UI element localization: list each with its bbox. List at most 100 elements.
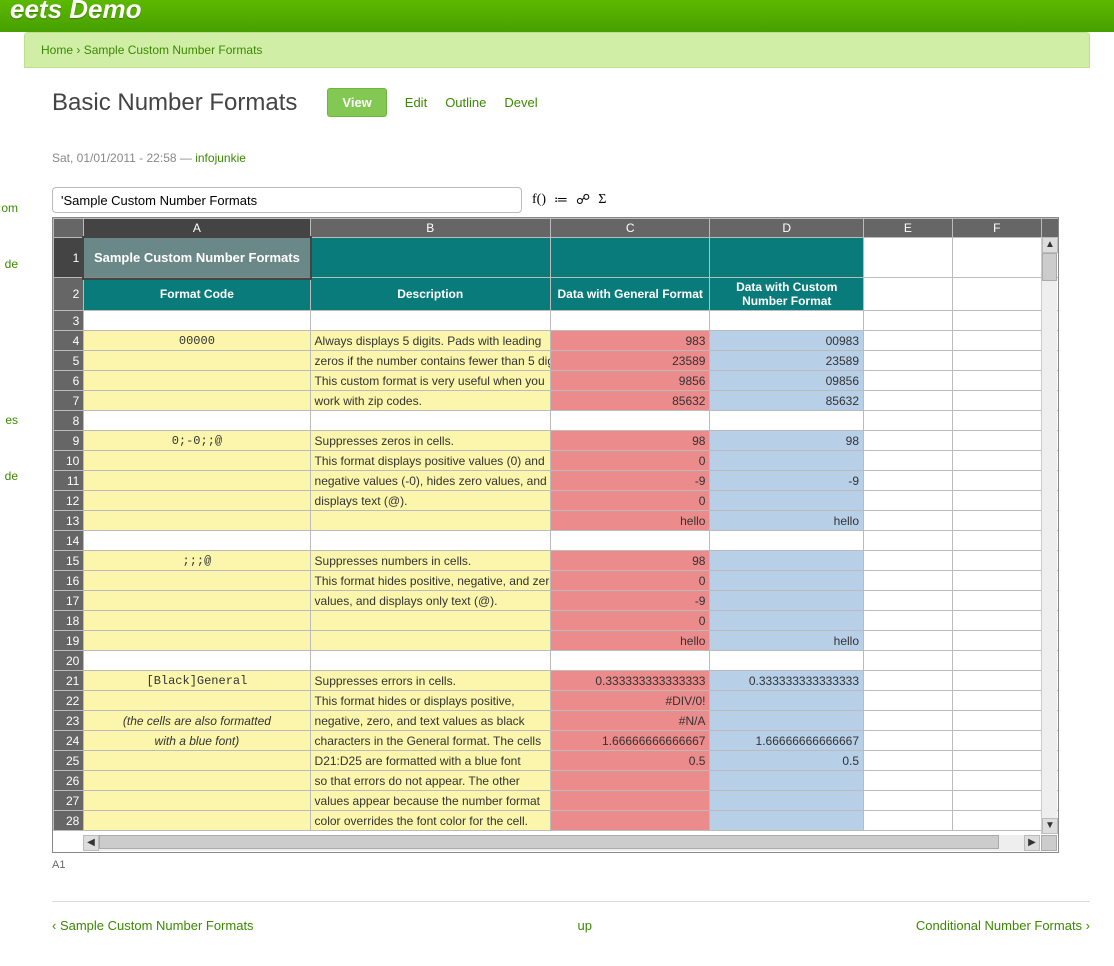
cell[interactable]: 00983 <box>710 331 864 351</box>
cell[interactable] <box>550 411 710 431</box>
cell[interactable] <box>84 591 310 611</box>
cell[interactable] <box>550 531 710 551</box>
row-header[interactable]: 4 <box>54 331 84 351</box>
cell[interactable] <box>864 531 953 551</box>
cell[interactable]: This custom format is very useful when y… <box>310 371 550 391</box>
cell[interactable]: -9 <box>550 591 710 611</box>
cell[interactable] <box>84 391 310 411</box>
cell[interactable] <box>952 731 1041 751</box>
cell[interactable]: [Black]General <box>84 671 310 691</box>
cell[interactable] <box>952 431 1041 451</box>
row-header[interactable]: 6 <box>54 371 84 391</box>
scroll-right-icon[interactable]: ▶ <box>1024 835 1040 851</box>
cell[interactable] <box>864 711 953 731</box>
cell[interactable]: work with zip codes. <box>310 391 550 411</box>
cell[interactable]: Suppresses errors in cells. <box>310 671 550 691</box>
tab-devel[interactable]: Devel <box>504 95 537 110</box>
cell[interactable] <box>550 811 710 831</box>
title-cell[interactable]: Sample Custom Number Formats <box>84 238 310 278</box>
cell[interactable]: so that errors do not appear. The other <box>310 771 550 791</box>
cell[interactable] <box>952 491 1041 511</box>
post-author[interactable]: infojunkie <box>195 151 246 165</box>
cell[interactable]: 983 <box>550 331 710 351</box>
header-custom[interactable]: Data with Custom Number Format <box>710 278 864 311</box>
cell[interactable]: 85632 <box>710 391 864 411</box>
col-header-C[interactable]: C <box>550 219 710 238</box>
sum-icon[interactable]: Σ <box>598 192 606 209</box>
cell[interactable]: Suppresses zeros in cells. <box>310 431 550 451</box>
row-header[interactable]: 26 <box>54 771 84 791</box>
cell[interactable]: 09856 <box>710 371 864 391</box>
cell[interactable] <box>710 551 864 571</box>
cell[interactable] <box>710 691 864 711</box>
cell[interactable] <box>864 571 953 591</box>
cell[interactable] <box>310 511 550 531</box>
vertical-scrollbar[interactable]: ▲ ▼ <box>1041 237 1057 834</box>
cell[interactable] <box>84 611 310 631</box>
col-header-B[interactable]: B <box>310 219 550 238</box>
cell[interactable] <box>84 371 310 391</box>
header-code[interactable]: Format Code <box>84 278 310 311</box>
cell[interactable] <box>952 651 1041 671</box>
cell[interactable] <box>710 571 864 591</box>
cell[interactable] <box>864 671 953 691</box>
cell[interactable]: 0;-0;;@ <box>84 431 310 451</box>
cell[interactable]: hello <box>710 631 864 651</box>
cell[interactable] <box>952 571 1041 591</box>
cell[interactable] <box>710 811 864 831</box>
row-header[interactable]: 7 <box>54 391 84 411</box>
row-header[interactable]: 13 <box>54 511 84 531</box>
cell[interactable]: negative values (-0), hides zero values,… <box>310 471 550 491</box>
cell[interactable]: Suppresses numbers in cells. <box>310 551 550 571</box>
cell[interactable]: 0.333333333333333 <box>710 671 864 691</box>
row-header[interactable]: 17 <box>54 591 84 611</box>
cell[interactable] <box>864 451 953 471</box>
cell[interactable] <box>84 791 310 811</box>
cell[interactable] <box>864 591 953 611</box>
col-header-D[interactable]: D <box>710 219 864 238</box>
cell[interactable] <box>952 371 1041 391</box>
cell[interactable] <box>952 391 1041 411</box>
cell[interactable] <box>864 811 953 831</box>
cell[interactable] <box>550 311 710 331</box>
cell[interactable] <box>84 751 310 771</box>
cell[interactable]: 0.5 <box>550 751 710 771</box>
cell[interactable] <box>710 411 864 431</box>
scroll-thumb[interactable] <box>1042 253 1057 281</box>
cell[interactable] <box>864 791 953 811</box>
row-header[interactable]: 2 <box>54 278 84 311</box>
cell[interactable] <box>84 491 310 511</box>
cell[interactable] <box>84 471 310 491</box>
cell[interactable]: 0 <box>550 611 710 631</box>
spreadsheet[interactable]: ABCDEF1Sample Custom Number Formats2Form… <box>52 217 1059 853</box>
cell[interactable] <box>550 771 710 791</box>
cell[interactable] <box>550 651 710 671</box>
cell[interactable]: zeros if the number contains fewer than … <box>310 351 550 371</box>
cell[interactable] <box>864 311 953 331</box>
scroll-thumb[interactable] <box>99 835 999 849</box>
cell[interactable]: 1.66666666666667 <box>550 731 710 751</box>
horizontal-scrollbar[interactable]: ◀ ▶ <box>83 835 1040 851</box>
cell[interactable] <box>864 731 953 751</box>
cell[interactable] <box>952 691 1041 711</box>
cell[interactable]: #DIV/0! <box>550 691 710 711</box>
cell[interactable]: values appear because the number format <box>310 791 550 811</box>
cell[interactable] <box>952 671 1041 691</box>
row-header[interactable]: 8 <box>54 411 84 431</box>
row-header[interactable]: 18 <box>54 611 84 631</box>
cell[interactable]: D21:D25 are formatted with a blue font <box>310 751 550 771</box>
cell[interactable]: 00000 <box>84 331 310 351</box>
cell[interactable]: #N/A <box>550 711 710 731</box>
cell[interactable] <box>864 411 953 431</box>
cell[interactable] <box>84 531 310 551</box>
cell[interactable] <box>864 551 953 571</box>
cell[interactable] <box>952 451 1041 471</box>
cell[interactable] <box>952 311 1041 331</box>
row-header[interactable]: 5 <box>54 351 84 371</box>
row-header[interactable]: 11 <box>54 471 84 491</box>
formula-input[interactable] <box>52 187 522 213</box>
tab-view[interactable]: View <box>327 88 386 117</box>
cell[interactable] <box>710 591 864 611</box>
row-header[interactable]: 25 <box>54 751 84 771</box>
cell[interactable]: -9 <box>710 471 864 491</box>
